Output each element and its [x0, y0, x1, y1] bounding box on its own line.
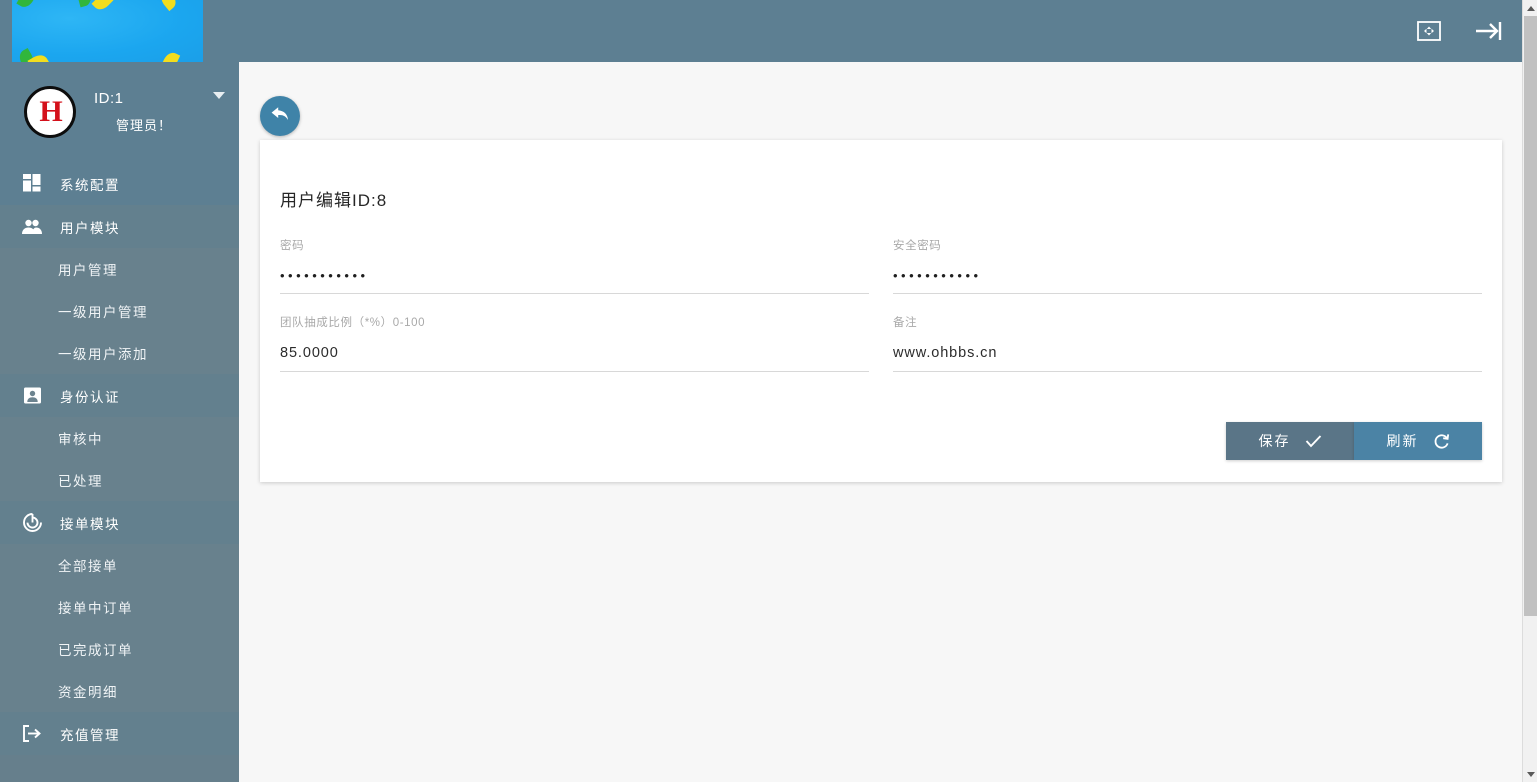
banner-image [12, 0, 203, 62]
sidebar: H ID:1 管理员！ 系统配置 [0, 62, 239, 782]
check-icon [1305, 434, 1322, 448]
sidebar-item-all-orders[interactable]: 全部接单 [0, 544, 239, 586]
sidebar-item-fund-details[interactable]: 资金明细 [0, 670, 239, 712]
spiral-circle-icon [18, 509, 46, 537]
profile-text: ID:1 管理员！ [94, 90, 213, 134]
leaf-decoration [161, 50, 180, 62]
top-bar [0, 0, 1522, 62]
profile-role: 管理员！ [116, 115, 213, 134]
field-security-password: 安全密码 ••••••••••• [893, 231, 1482, 308]
edit-user-form: 密码 ••••••••••• 安全密码 ••••••••••• 团队抽成比例（*… [260, 211, 1502, 386]
save-button-label: 保存 [1259, 431, 1291, 451]
reply-arrow-icon [270, 105, 290, 128]
sidebar-item-label: 已完成订单 [58, 639, 133, 659]
refresh-icon [1433, 433, 1450, 450]
sidebar-item-label: 充值管理 [60, 724, 120, 744]
sidebar-item-label: 已处理 [58, 470, 103, 490]
sidebar-item-processed[interactable]: 已处理 [0, 459, 239, 501]
sidebar-item-label: 用户模块 [60, 217, 120, 237]
leaf-decoration [92, 0, 114, 13]
sidebar-item-level1-user-add[interactable]: 一级用户添加 [0, 332, 239, 374]
page-title: 用户编辑ID:8 [260, 140, 1502, 211]
field-label: 备注 [893, 314, 1482, 330]
sidebar-item-label: 审核中 [58, 428, 103, 448]
sidebar-item-label: 一级用户管理 [58, 301, 148, 321]
team-commission-ratio-input[interactable]: 85.0000 [280, 345, 869, 372]
account-box-icon [18, 382, 46, 410]
sidebar-item-completed-orders[interactable]: 已完成订单 [0, 628, 239, 670]
triangle-up-icon[interactable] [1523, 0, 1537, 16]
sidebar-item-recharge-manage[interactable]: 充值管理 [0, 712, 239, 755]
edit-user-card: 用户编辑ID:8 密码 ••••••••••• 安全密码 •••••••••••… [260, 140, 1502, 482]
sidebar-item-under-review[interactable]: 审核中 [0, 417, 239, 459]
back-button[interactable] [260, 96, 300, 136]
card-actions: 保存 刷新 [1226, 422, 1482, 460]
refresh-button[interactable]: 刷新 [1354, 422, 1482, 460]
sidebar-item-label: 系统配置 [60, 174, 120, 194]
sidebar-item-label: 用户管理 [58, 259, 118, 279]
exit-to-app-icon[interactable] [1472, 14, 1506, 48]
field-label: 安全密码 [893, 237, 1482, 253]
leaf-decoration [158, 0, 180, 11]
save-button[interactable]: 保存 [1226, 422, 1354, 460]
people-icon [18, 213, 46, 241]
field-remark: 备注 www.ohbbs.cn [893, 308, 1482, 386]
sidebar-item-system-config[interactable]: 系统配置 [0, 162, 239, 205]
sidebar-item-in-progress-orders[interactable]: 接单中订单 [0, 586, 239, 628]
scrollbar-thumb[interactable] [1524, 16, 1537, 616]
field-label: 团队抽成比例（*%）0-100 [280, 314, 869, 330]
sidebar-item-identity-auth[interactable]: 身份认证 [0, 374, 239, 417]
field-team-commission-ratio: 团队抽成比例（*%）0-100 85.0000 [280, 308, 869, 386]
fullscreen-icon[interactable] [1412, 14, 1446, 48]
sidebar-item-label: 资金明细 [58, 681, 118, 701]
remark-input[interactable]: www.ohbbs.cn [893, 345, 1482, 372]
leaf-decoration [16, 0, 36, 10]
main-content: 用户编辑ID:8 密码 ••••••••••• 安全密码 •••••••••••… [239, 62, 1522, 782]
exit-to-app-icon [18, 720, 46, 748]
sidebar-item-user-manage[interactable]: 用户管理 [0, 248, 239, 290]
top-bar-actions [1412, 0, 1506, 62]
sidebar-nav: 系统配置 用户模块 用户管理 一级用户管理 [0, 162, 239, 755]
password-input[interactable]: ••••••••••• [280, 268, 869, 294]
sidebar-item-label: 全部接单 [58, 555, 118, 575]
triangle-down-icon[interactable] [1523, 766, 1537, 782]
sidebar-item-label: 一级用户添加 [58, 343, 148, 363]
dashboard-icon [18, 170, 46, 198]
sidebar-item-user-module[interactable]: 用户模块 [0, 205, 239, 248]
chevron-down-icon[interactable] [213, 92, 225, 99]
sidebar-item-level1-user-manage[interactable]: 一级用户管理 [0, 290, 239, 332]
sidebar-item-label: 接单中订单 [58, 597, 133, 617]
field-label: 密码 [280, 237, 869, 253]
app-root: H ID:1 管理员！ 系统配置 [0, 0, 1537, 782]
profile-id: ID:1 [94, 90, 213, 107]
vertical-scrollbar[interactable] [1522, 0, 1537, 782]
field-password: 密码 ••••••••••• [280, 231, 869, 308]
sidebar-item-order-module[interactable]: 接单模块 [0, 501, 239, 544]
avatar: H [24, 86, 76, 138]
avatar-mark: H [39, 97, 60, 127]
sidebar-item-label: 接单模块 [60, 513, 120, 533]
security-password-input[interactable]: ••••••••••• [893, 268, 1482, 294]
refresh-button-label: 刷新 [1387, 431, 1419, 451]
sidebar-profile[interactable]: H ID:1 管理员！ [0, 62, 239, 162]
sidebar-item-label: 身份认证 [60, 386, 120, 406]
